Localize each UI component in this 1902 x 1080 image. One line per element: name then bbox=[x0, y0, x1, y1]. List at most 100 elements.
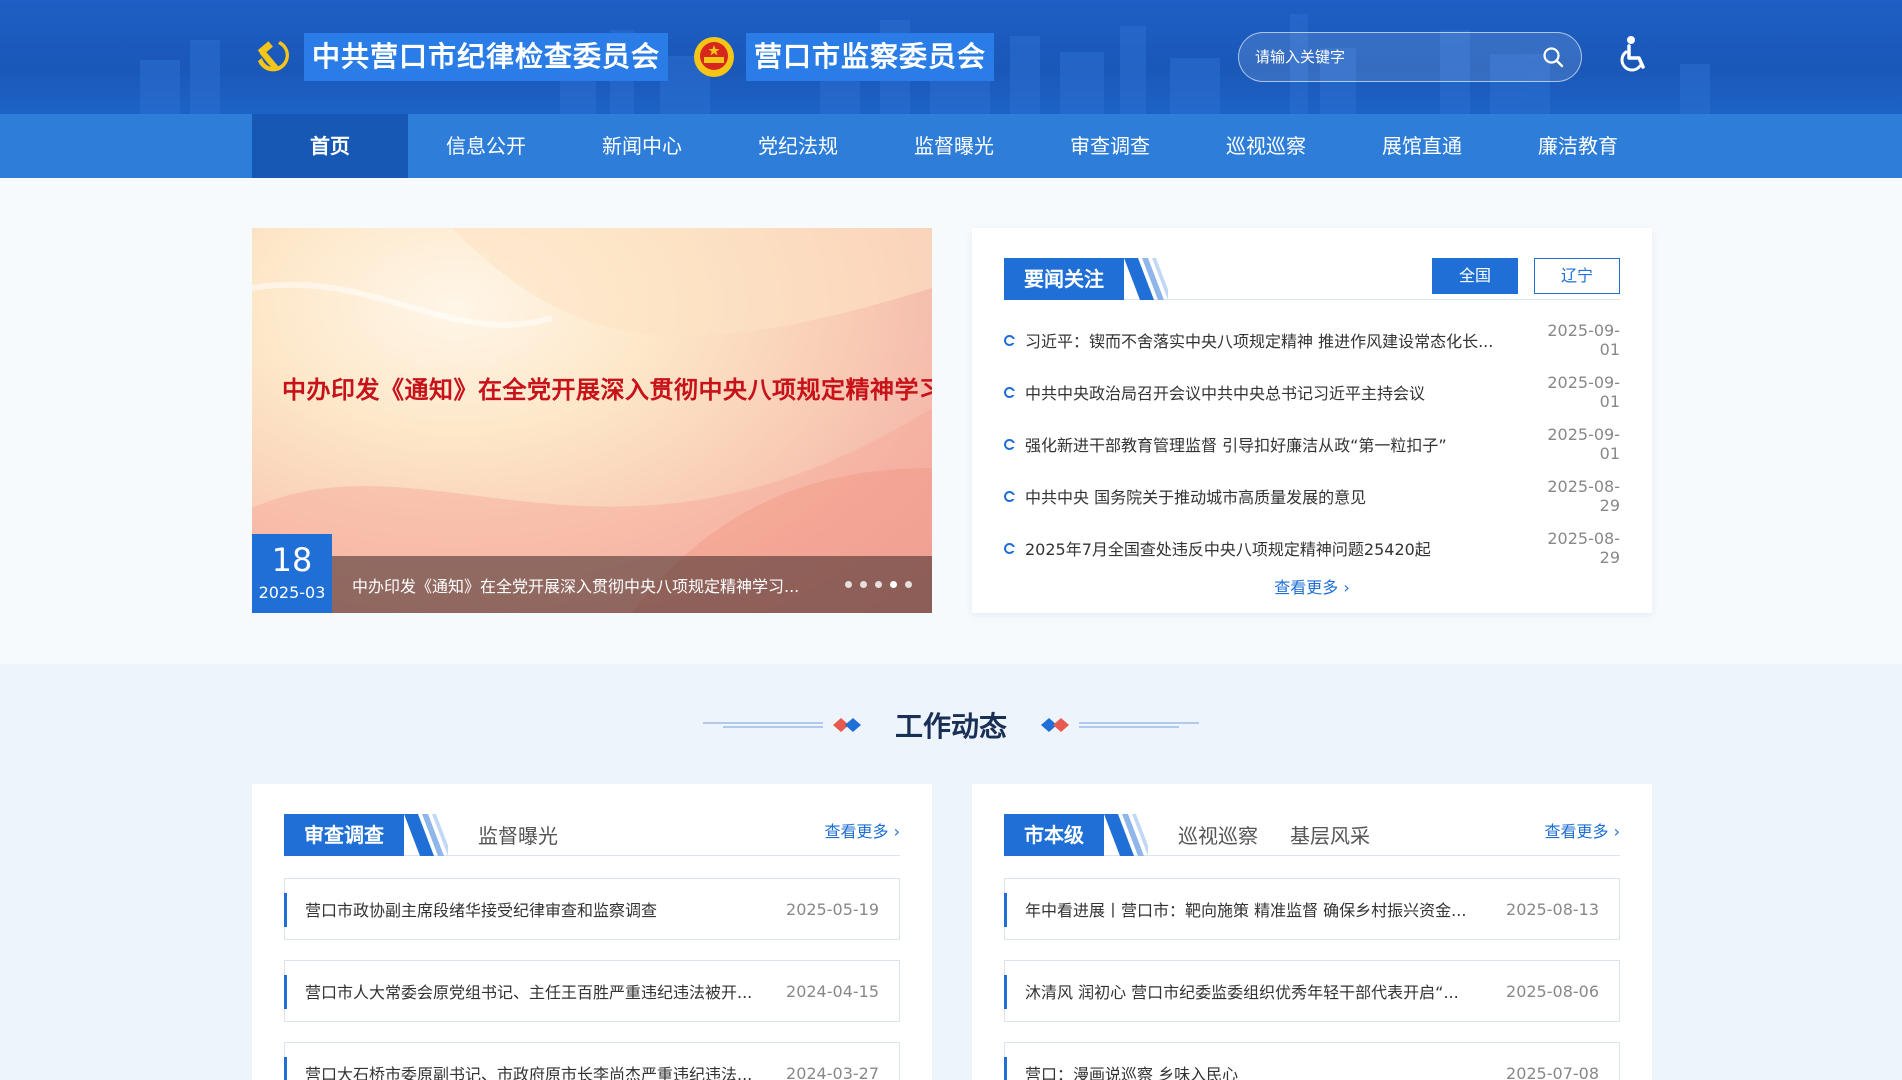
bullet-icon bbox=[1004, 542, 1016, 554]
search-icon[interactable] bbox=[1541, 45, 1565, 69]
news-more-link[interactable]: 查看更多 › bbox=[972, 574, 1652, 598]
carousel-dot[interactable] bbox=[905, 581, 912, 588]
tab-investigation[interactable]: 审查调查 bbox=[284, 813, 404, 856]
news-item-title: 中共中央政治局召开会议中共中央总书记习近平主持会议 bbox=[1025, 384, 1426, 403]
title-supervision: 营口市监察委员会 bbox=[746, 33, 995, 81]
tab-grassroots[interactable]: 基层风采 bbox=[1290, 820, 1370, 849]
carousel-dot[interactable] bbox=[890, 581, 897, 588]
site-logo[interactable]: 中共营口市纪律检查委员会 营口市监察委员会 bbox=[250, 32, 995, 82]
banner-headline: 中办印发《通知》在全党开展深入贯彻中央八项规定精神学习教育 bbox=[282, 375, 932, 404]
nav-item-integrity[interactable]: 廉洁教育 bbox=[1500, 114, 1656, 178]
news-item[interactable]: 2025年7月全国查处违反中央八项规定精神问题25420起 2025-08-29 bbox=[1004, 522, 1620, 574]
list-item-title: 营口大石桥市委原副书记、市政府原市长李尚杰严重违纪违法... bbox=[305, 1065, 753, 1080]
title-commission: 中共营口市纪律检查委员会 bbox=[304, 33, 669, 81]
tab-inspection[interactable]: 巡视巡察 bbox=[1178, 820, 1258, 849]
nav-item-inspection[interactable]: 巡视巡察 bbox=[1188, 114, 1344, 178]
accessibility-icon[interactable] bbox=[1614, 34, 1654, 74]
nav-item-exhibition[interactable]: 展馆直通 bbox=[1344, 114, 1500, 178]
nav-item-news[interactable]: 新闻中心 bbox=[564, 114, 720, 178]
news-item[interactable]: 中共中央政治局召开会议中共中央总书记习近平主持会议 2025-09-01 bbox=[1004, 366, 1620, 418]
news-item-date: 2025-09-01 bbox=[1547, 425, 1620, 463]
list-item[interactable]: 营口：漫画说巡察 乡味入民心 2025-07-08 bbox=[1004, 1042, 1620, 1080]
nav-item-info[interactable]: 信息公开 bbox=[408, 114, 564, 178]
banner-day: 18 bbox=[271, 541, 313, 579]
section-title: 工作动态 bbox=[894, 710, 1007, 743]
bullet-icon bbox=[1004, 438, 1016, 450]
news-panel: 要闻关注 全国 辽宁 习近平：锲而不舍落实中央八项规定精神 推进作风建设常态化长… bbox=[972, 228, 1652, 613]
slash-decoration-icon bbox=[1124, 258, 1168, 300]
list-item[interactable]: 沐清风 润初心 营口市纪委监委组织优秀年轻干部代表开启“... 2025-08-0… bbox=[1004, 960, 1620, 1022]
site-header: 中共营口市纪律检查委员会 营口市监察委员会 bbox=[0, 0, 1902, 114]
list-item-date: 2024-03-27 bbox=[786, 1063, 879, 1080]
list-item-title: 营口：漫画说巡察 乡味入民心 bbox=[1025, 1065, 1239, 1080]
banner-carousel[interactable]: 中办印发《通知》在全党开展深入贯彻中央八项规定精神学习教育 18 2025-03… bbox=[252, 228, 932, 613]
news-item[interactable]: 习近平：锲而不舍落实中央八项规定精神 推进作风建设常态化长... 2025-09-… bbox=[1004, 314, 1620, 366]
list-item[interactable]: 年中看进展丨营口市：靶向施策 精准监督 确保乡村振兴资金... 2025-08-1… bbox=[1004, 878, 1620, 940]
left-decoration-icon bbox=[702, 718, 861, 732]
news-item-title: 强化新进干部教育管理监督 引导扣好廉洁从政“第一粒扣子” bbox=[1025, 436, 1447, 455]
news-item[interactable]: 中共中央 国务院关于推动城市高质量发展的意见 2025-08-29 bbox=[1004, 470, 1620, 522]
banner-caption[interactable]: 中办印发《通知》在全党开展深入贯彻中央八项规定精神学习... bbox=[352, 573, 845, 597]
list-item-date: 2025-08-13 bbox=[1506, 899, 1599, 919]
section-heading: 工作动态 bbox=[0, 700, 1902, 750]
list-item-date: 2025-08-06 bbox=[1506, 981, 1599, 1001]
nav-item-investigation[interactable]: 审查调查 bbox=[1032, 114, 1188, 178]
news-panel-header: 要闻关注 全国 辽宁 bbox=[1004, 258, 1620, 300]
banner-date-badge: 18 2025-03 bbox=[252, 534, 332, 613]
investigation-more-link[interactable]: 查看更多 › bbox=[825, 818, 901, 842]
carousel-dot[interactable] bbox=[845, 581, 852, 588]
banner-caption-bar: 中办印发《通知》在全党开展深入贯彻中央八项规定精神学习... bbox=[332, 556, 932, 613]
news-item-date: 2025-08-29 bbox=[1547, 477, 1620, 515]
city-level-tabs: 市本级 巡视巡察 基层风采 bbox=[1004, 813, 1620, 856]
nav-item-home[interactable]: 首页 bbox=[252, 114, 408, 178]
list-item-title: 沐清风 润初心 营口市纪委监委组织优秀年轻干部代表开启“... bbox=[1025, 983, 1459, 1002]
main-nav: 首页 信息公开 新闻中心 党纪法规 监督曝光 审查调查 巡视巡察 展馆直通 廉洁… bbox=[0, 114, 1902, 178]
region-switch: 全国 辽宁 bbox=[1432, 258, 1620, 294]
news-item-title: 中共中央 国务院关于推动城市高质量发展的意见 bbox=[1025, 488, 1367, 507]
list-item-date: 2024-04-15 bbox=[786, 981, 879, 1001]
switch-national[interactable]: 全国 bbox=[1432, 258, 1518, 294]
city-level-list: 年中看进展丨营口市：靶向施策 精准监督 确保乡村振兴资金... 2025-08-1… bbox=[1004, 878, 1620, 1080]
news-tab-title: 要闻关注 bbox=[1004, 258, 1168, 300]
bullet-icon bbox=[1004, 334, 1016, 346]
carousel-dot[interactable] bbox=[860, 581, 867, 588]
national-emblem-icon bbox=[694, 37, 735, 77]
news-list: 习近平：锲而不舍落实中央八项规定精神 推进作风建设常态化长... 2025-09-… bbox=[1004, 314, 1620, 574]
news-item-title: 习近平：锲而不舍落实中央八项规定精神 推进作风建设常态化长... bbox=[1025, 332, 1494, 351]
news-item-date: 2025-09-01 bbox=[1547, 373, 1620, 411]
investigation-tabs: 审查调查 监督曝光 bbox=[284, 813, 900, 856]
list-item-date: 2025-05-19 bbox=[786, 899, 879, 919]
carousel-dot[interactable] bbox=[875, 581, 882, 588]
slash-decoration-icon bbox=[404, 813, 448, 856]
news-item[interactable]: 强化新进干部教育管理监督 引导扣好廉洁从政“第一粒扣子” 2025-09-01 bbox=[1004, 418, 1620, 470]
search-box bbox=[1238, 32, 1582, 82]
list-item-title: 营口市人大常委会原党组书记、主任王百胜严重违纪违法被开... bbox=[305, 983, 753, 1002]
news-item-date: 2025-09-01 bbox=[1547, 321, 1620, 359]
list-item-title: 营口市政协副主席段绪华接受纪律审查和监察调查 bbox=[305, 901, 658, 920]
party-emblem-icon bbox=[257, 41, 289, 72]
list-item[interactable]: 营口大石桥市委原副书记、市政府原市长李尚杰严重违纪违法... 2024-03-27 bbox=[284, 1042, 900, 1080]
city-level-panel: 市本级 巡视巡察 基层风采 查看更多 › 年中看进展丨营口市：靶向施策 精准监督… bbox=[972, 784, 1652, 1080]
news-item-title: 2025年7月全国查处违反中央八项规定精神问题25420起 bbox=[1025, 540, 1431, 559]
city-level-more-link[interactable]: 查看更多 › bbox=[1545, 818, 1621, 842]
slash-decoration-icon bbox=[1104, 813, 1148, 856]
news-item-date: 2025-08-29 bbox=[1547, 529, 1620, 567]
tab-city-level[interactable]: 市本级 bbox=[1004, 813, 1104, 856]
investigation-list: 营口市政协副主席段绪华接受纪律审查和监察调查 2025-05-19 营口市人大常委会… bbox=[284, 878, 900, 1080]
right-decoration-icon bbox=[1041, 718, 1199, 732]
news-title: 要闻关注 bbox=[1004, 258, 1124, 300]
search-input[interactable] bbox=[1255, 48, 1541, 66]
list-item-date: 2025-07-08 bbox=[1506, 1063, 1599, 1080]
switch-liaoning[interactable]: 辽宁 bbox=[1534, 258, 1620, 294]
tab-exposure[interactable]: 监督曝光 bbox=[478, 820, 558, 849]
nav-list: 首页 信息公开 新闻中心 党纪法规 监督曝光 审查调查 巡视巡察 展馆直通 廉洁… bbox=[252, 114, 1656, 178]
list-item-title: 年中看进展丨营口市：靶向施策 精准监督 确保乡村振兴资金... bbox=[1025, 901, 1467, 920]
investigation-panel: 审查调查 监督曝光 查看更多 › 营口市政协副主席段绪华接受纪律审查和监察调查 2… bbox=[252, 784, 932, 1080]
nav-item-regulations[interactable]: 党纪法规 bbox=[720, 114, 876, 178]
list-item[interactable]: 营口市人大常委会原党组书记、主任王百胜严重违纪违法被开... 2024-04-15 bbox=[284, 960, 900, 1022]
bullet-icon bbox=[1004, 490, 1016, 502]
nav-item-exposure[interactable]: 监督曝光 bbox=[876, 114, 1032, 178]
bullet-icon bbox=[1004, 386, 1016, 398]
list-item[interactable]: 营口市政协副主席段绪华接受纪律审查和监察调查 2025-05-19 bbox=[284, 878, 900, 940]
banner-year-month: 2025-03 bbox=[258, 583, 326, 602]
